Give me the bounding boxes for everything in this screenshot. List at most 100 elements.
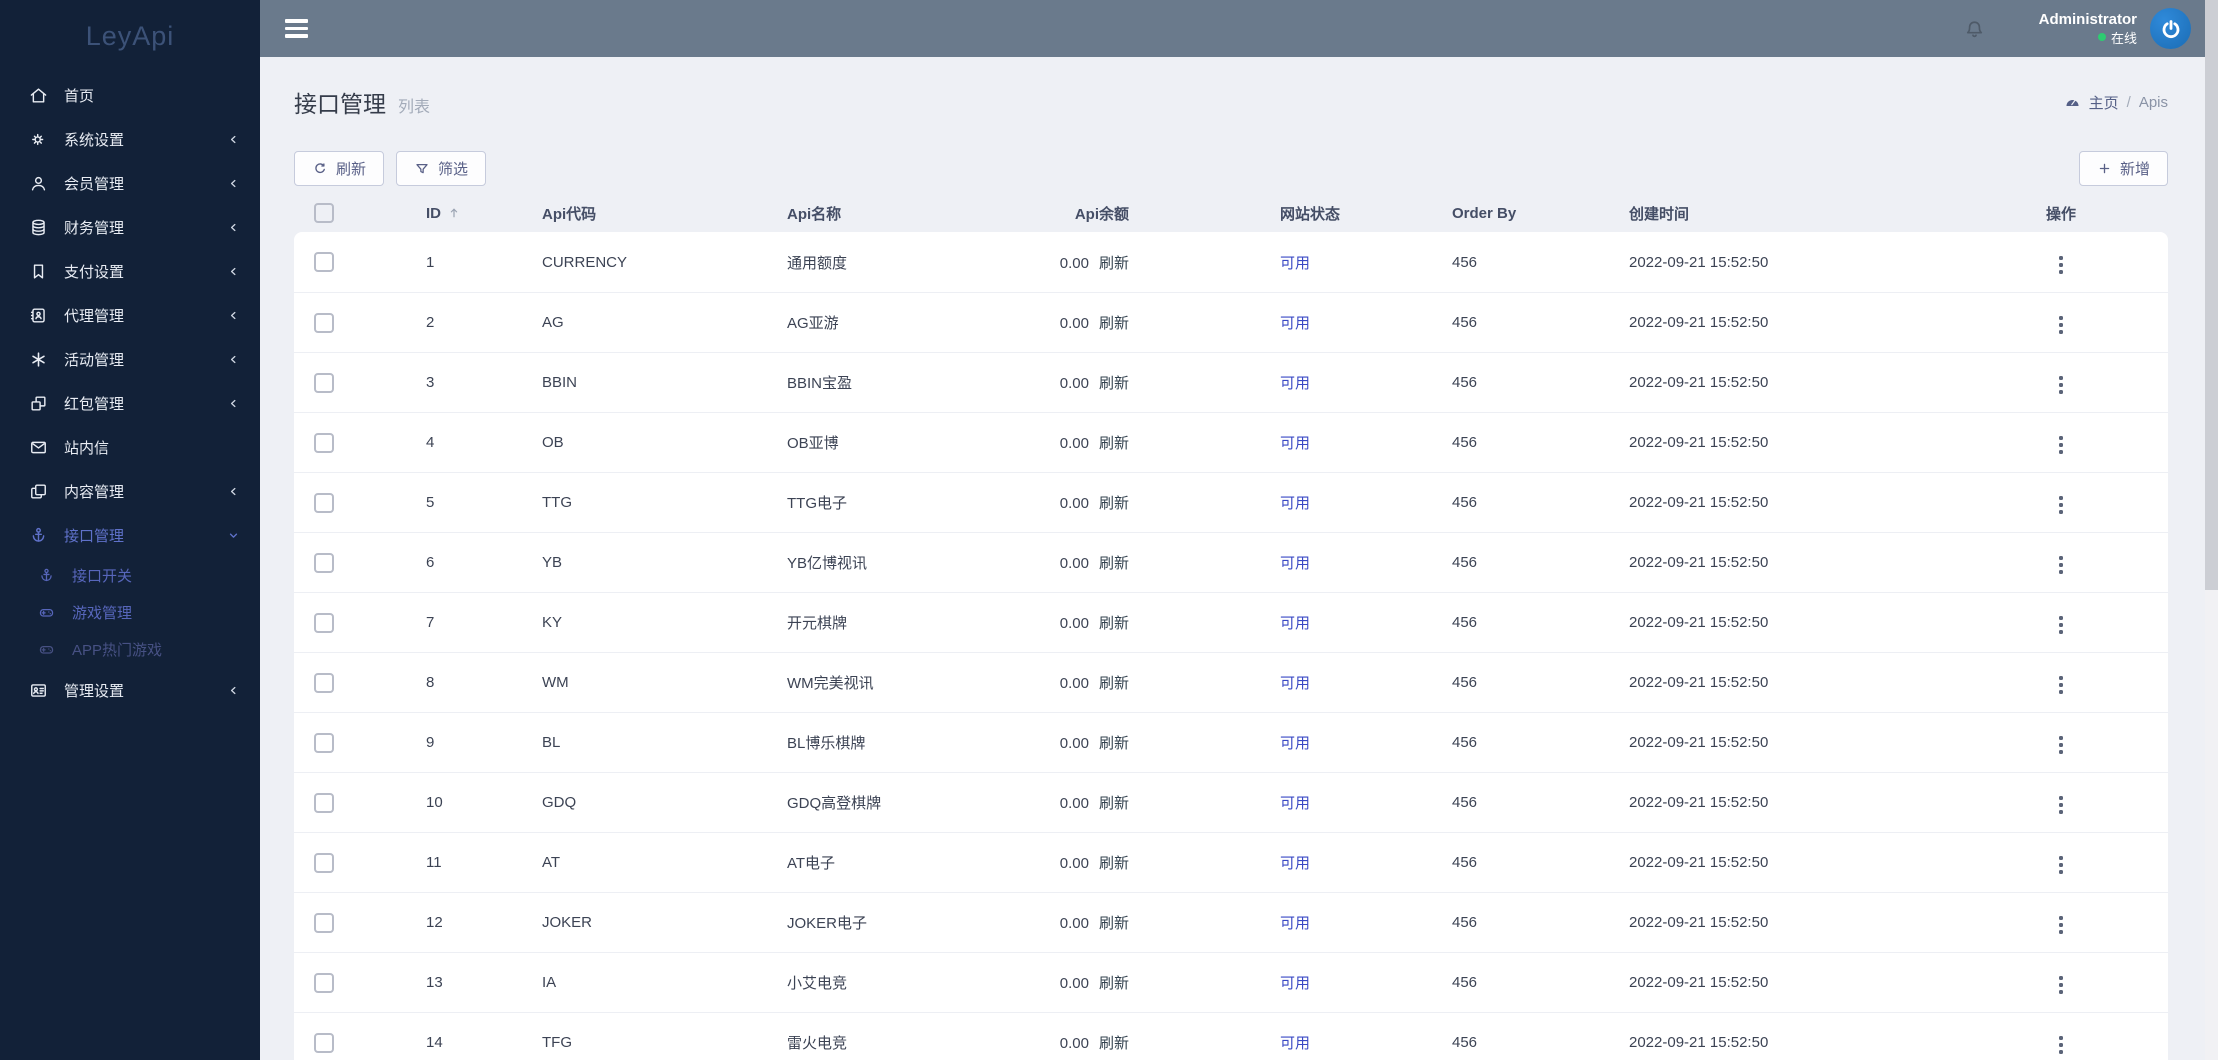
cell-id: 3 (414, 352, 539, 412)
scrollbar-thumb[interactable] (2205, 0, 2218, 590)
user-menu[interactable]: Administrator 在线 (2039, 11, 2137, 47)
column-header-status[interactable]: 网站状态 (1264, 194, 1444, 232)
cell-api-name: JOKER电子 (784, 892, 1029, 952)
sidebar-item-site-mail[interactable]: 站内信 (0, 425, 260, 469)
balance-refresh-link[interactable]: 刷新 (1099, 435, 1129, 452)
row-actions-kebab-icon[interactable] (2055, 432, 2067, 458)
column-header-balance[interactable]: Api余额 (1029, 194, 1264, 232)
row-actions-kebab-icon[interactable] (2055, 612, 2067, 638)
row-actions-kebab-icon[interactable] (2055, 252, 2067, 278)
cell-api-code: OB (539, 412, 784, 472)
status-text: 可用 (1280, 435, 1311, 452)
cell-api-name: GDQ高登棋牌 (784, 772, 1029, 832)
chevron-left-icon (226, 352, 240, 366)
row-actions-kebab-icon[interactable] (2055, 912, 2067, 938)
cell-api-code: GDQ (539, 772, 784, 832)
row-actions-kebab-icon[interactable] (2055, 312, 2067, 338)
column-header-actions: 操作 (2045, 205, 2076, 223)
user-icon (28, 173, 48, 193)
sidebar-item-activities[interactable]: 活动管理 (0, 337, 260, 381)
cell-id: 9 (414, 712, 539, 772)
table-header-row: ID Api代码 Api名称 Api余额 网站状态 Order By 创建时间 … (294, 194, 2168, 232)
balance-refresh-link[interactable]: 刷新 (1099, 495, 1129, 512)
row-checkbox[interactable] (314, 792, 334, 813)
cell-api-code: CURRENCY (539, 232, 784, 292)
row-checkbox[interactable] (314, 972, 334, 993)
breadcrumb-home-link[interactable]: 主页 (2089, 92, 2119, 113)
row-checkbox[interactable] (314, 1032, 334, 1053)
sidebar-item-app-hot-games[interactable]: APP热门游戏 (0, 631, 260, 668)
sidebar-item-home[interactable]: 首页 (0, 73, 260, 117)
cell-order-by: 456 (1444, 292, 1624, 352)
sidebar-item-content[interactable]: 内容管理 (0, 469, 260, 513)
row-checkbox[interactable] (314, 312, 334, 333)
row-checkbox[interactable] (314, 372, 334, 393)
balance-refresh-link[interactable]: 刷新 (1099, 735, 1129, 752)
row-actions-kebab-icon[interactable] (2055, 372, 2067, 398)
row-actions-kebab-icon[interactable] (2055, 1032, 2067, 1058)
add-button[interactable]: 新增 (2078, 151, 2168, 186)
row-actions-kebab-icon[interactable] (2055, 672, 2067, 698)
balance-refresh-link[interactable]: 刷新 (1099, 855, 1129, 872)
sidebar-toggle-button[interactable] (285, 19, 308, 38)
row-checkbox[interactable] (314, 852, 334, 873)
cell-id: 7 (414, 592, 539, 652)
select-all-checkbox[interactable] (314, 203, 334, 223)
cell-id: 5 (414, 472, 539, 532)
balance-refresh-link[interactable]: 刷新 (1099, 555, 1129, 572)
sidebar-item-system-settings[interactable]: 系统设置 (0, 117, 260, 161)
row-checkbox[interactable] (314, 492, 334, 513)
balance-refresh-link[interactable]: 刷新 (1099, 1035, 1129, 1052)
balance-refresh-link[interactable]: 刷新 (1099, 795, 1129, 812)
balance-refresh-link[interactable]: 刷新 (1099, 255, 1129, 272)
sidebar-item-api-switch[interactable]: 接口开关 (0, 557, 260, 594)
power-icon (2159, 17, 2183, 41)
sidebar-item-game-management[interactable]: 游戏管理 (0, 594, 260, 631)
sidebar-item-finance[interactable]: 财务管理 (0, 205, 260, 249)
refresh-button[interactable]: 刷新 (294, 151, 385, 186)
row-checkbox[interactable] (314, 432, 334, 453)
balance-refresh-link[interactable]: 刷新 (1099, 915, 1129, 932)
sidebar-item-api-management[interactable]: 接口管理 (0, 513, 260, 557)
sidebar-item-payment[interactable]: 支付设置 (0, 249, 260, 293)
table-row: 14 TFG 雷火电竞 0.00 刷新 可用 456 2022-09-21 15:… (294, 1012, 2168, 1060)
column-header-name[interactable]: Api名称 (784, 194, 1029, 232)
table-row: 8 WM WM完美视讯 0.00 刷新 可用 456 2022-09-21 15:… (294, 652, 2168, 712)
row-checkbox[interactable] (314, 672, 334, 693)
row-checkbox[interactable] (314, 732, 334, 753)
cell-api-code: BL (539, 712, 784, 772)
user-avatar[interactable] (2150, 8, 2191, 49)
row-actions-kebab-icon[interactable] (2055, 492, 2067, 518)
sidebar-item-members[interactable]: 会员管理 (0, 161, 260, 205)
column-header-code[interactable]: Api代码 (539, 194, 784, 232)
balance-refresh-link[interactable]: 刷新 (1099, 315, 1129, 332)
row-checkbox[interactable] (314, 552, 334, 573)
sidebar: LeyApi 首页 系统设置 会员管理 财务管理 支付设置 代理管理 活动管理 … (0, 0, 260, 1060)
balance-refresh-link[interactable]: 刷新 (1099, 375, 1129, 392)
sidebar-item-admin-settings[interactable]: 管理设置 (0, 668, 260, 712)
balance-refresh-link[interactable]: 刷新 (1099, 615, 1129, 632)
table-row: 9 BL BL博乐棋牌 0.00 刷新 可用 456 2022-09-21 15:… (294, 712, 2168, 772)
filter-icon (414, 161, 430, 177)
row-actions-kebab-icon[interactable] (2055, 972, 2067, 998)
balance-refresh-link[interactable]: 刷新 (1099, 675, 1129, 692)
cell-api-code: YB (539, 532, 784, 592)
column-header-order[interactable]: Order By (1444, 194, 1624, 232)
row-actions-kebab-icon[interactable] (2055, 732, 2067, 758)
sidebar-item-agents[interactable]: 代理管理 (0, 293, 260, 337)
row-checkbox[interactable] (314, 612, 334, 633)
table-row: 4 OB OB亚博 0.00 刷新 可用 456 2022-09-21 15:52… (294, 412, 2168, 472)
column-header-created[interactable]: 创建时间 (1624, 194, 2014, 232)
column-header-id[interactable]: ID (426, 205, 441, 222)
sidebar-item-red-packets[interactable]: 红包管理 (0, 381, 260, 425)
row-checkbox[interactable] (314, 912, 334, 933)
cell-balance: 0.00 (1059, 615, 1089, 632)
row-actions-kebab-icon[interactable] (2055, 552, 2067, 578)
row-actions-kebab-icon[interactable] (2055, 792, 2067, 818)
balance-refresh-link[interactable]: 刷新 (1099, 975, 1129, 992)
row-checkbox[interactable] (314, 252, 334, 272)
notifications-bell-icon[interactable] (1962, 16, 1987, 41)
row-actions-kebab-icon[interactable] (2055, 852, 2067, 878)
sidebar-item-label: 接口管理 (64, 527, 125, 545)
filter-button[interactable]: 筛选 (396, 151, 487, 186)
